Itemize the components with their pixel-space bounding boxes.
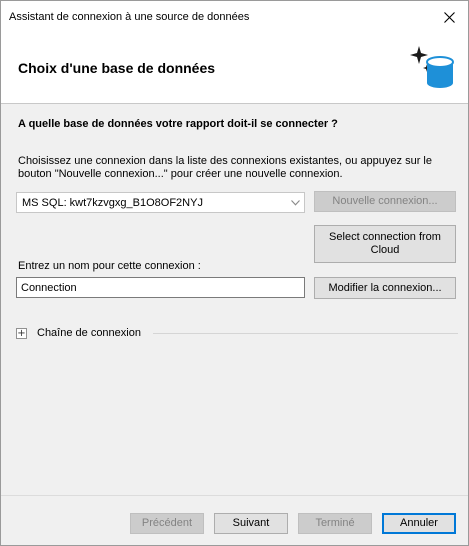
- select-from-cloud-button[interactable]: Select connection from Cloud: [314, 225, 456, 263]
- modify-connection-button[interactable]: Modifier la connexion...: [314, 277, 456, 299]
- finish-button[interactable]: Terminé: [298, 513, 372, 534]
- previous-button[interactable]: Précédent: [130, 513, 204, 534]
- page-title: Choix d'une base de données: [18, 60, 216, 76]
- close-icon: [443, 11, 455, 23]
- database-sparkle-icon: [410, 46, 454, 88]
- title-bar: Assistant de connexion à une source de d…: [1, 1, 468, 34]
- connection-string-label: Chaîne de connexion: [37, 327, 141, 339]
- wizard-header: Choix d'une base de données: [1, 34, 468, 104]
- connection-name-label: Entrez un nom pour cette connexion :: [18, 260, 201, 272]
- close-button[interactable]: [434, 4, 464, 30]
- chevron-down-icon[interactable]: [286, 193, 304, 212]
- connection-name-value: Connection: [21, 281, 77, 294]
- wizard-footer: Précédent Suivant Terminé Annuler: [1, 495, 468, 545]
- next-button[interactable]: Suivant: [214, 513, 288, 534]
- instructions-text: Choisissez une connexion dans la liste d…: [18, 155, 432, 180]
- window-title: Assistant de connexion à une source de d…: [9, 11, 250, 23]
- expand-plus-icon[interactable]: +: [16, 327, 27, 339]
- connection-string-expander[interactable]: + Chaîne de connexion: [16, 326, 458, 340]
- expander-divider: [152, 332, 458, 334]
- connection-select-value: MS SQL: kwt7kzvgxg_B1O8OF2NYJ: [22, 196, 203, 209]
- wizard-dialog: Assistant de connexion à une source de d…: [0, 0, 469, 546]
- connection-name-field[interactable]: Connection: [16, 277, 305, 298]
- cancel-button[interactable]: Annuler: [382, 513, 456, 534]
- connection-select[interactable]: MS SQL: kwt7kzvgxg_B1O8OF2NYJ: [16, 192, 305, 213]
- new-connection-button[interactable]: Nouvelle connexion...: [314, 191, 456, 212]
- question-heading: A quelle base de données votre rapport d…: [18, 118, 338, 130]
- wizard-content: A quelle base de données votre rapport d…: [1, 105, 468, 495]
